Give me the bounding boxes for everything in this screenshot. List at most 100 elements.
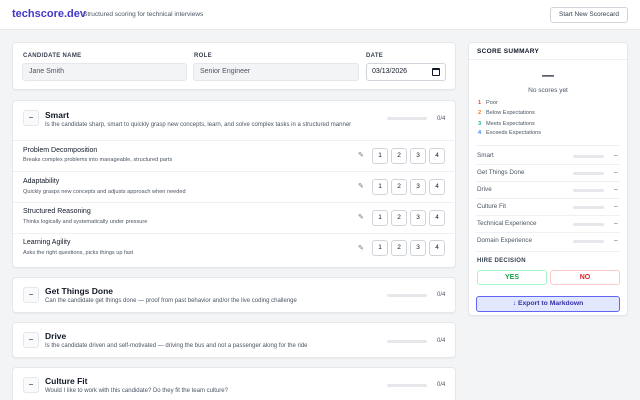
no-scores-text: No scores yet	[528, 87, 568, 94]
date-label: DATE	[366, 53, 384, 59]
edit-note-icon[interactable]: ✎	[358, 244, 364, 252]
score-button-1[interactable]: 1	[372, 240, 388, 256]
legend-label: Below Expectations	[486, 110, 535, 116]
legend-label: Meets Expectations	[486, 121, 535, 127]
export-markdown-button[interactable]: ↓ Export to Markdown	[476, 296, 620, 312]
summary-category-bar	[573, 240, 604, 243]
section-title: Culture Fit	[45, 376, 88, 386]
summary-category-name: Culture Fit	[477, 203, 507, 210]
section-score-count: 0/4	[437, 382, 446, 388]
tagline: Structured scoring for technical intervi…	[83, 11, 204, 18]
section-score-count: 0/4	[437, 116, 446, 122]
score-button-4[interactable]: 4	[429, 179, 445, 195]
score-button-1[interactable]: 1	[372, 179, 388, 195]
score-button-2[interactable]: 2	[391, 240, 407, 256]
calendar-icon[interactable]	[432, 68, 440, 76]
summary-category-name: Smart	[477, 152, 494, 159]
role-input[interactable]: Senior Engineer	[193, 63, 359, 81]
summary-category-bar	[573, 155, 604, 158]
section-progress-bar	[387, 117, 427, 120]
section-title: Get Things Done	[45, 286, 113, 296]
hire-decision-label: HIRE DECISION	[477, 258, 526, 264]
divider	[13, 202, 454, 203]
edit-note-icon[interactable]: ✎	[358, 182, 364, 190]
criterion-title: Adaptability	[23, 178, 60, 185]
divider	[476, 164, 620, 165]
score-button-3[interactable]: 3	[410, 148, 426, 164]
score-button-4[interactable]: 4	[429, 240, 445, 256]
divider	[469, 59, 627, 60]
summary-category-value: –	[614, 203, 618, 210]
score-button-1[interactable]: 1	[372, 148, 388, 164]
summary-category-bar	[573, 172, 604, 175]
summary-category-value: –	[614, 169, 618, 176]
divider	[476, 251, 620, 252]
criterion-description: Quickly grasps new concepts and adjusts …	[23, 189, 186, 195]
section-progress-bar	[387, 294, 427, 297]
divider	[476, 232, 620, 233]
section-progress-bar	[387, 384, 427, 387]
section-title: Smart	[45, 110, 70, 120]
candidate-name-input[interactable]: Jane Smith	[22, 63, 187, 81]
legend-number: 3	[478, 121, 482, 127]
legend-number: 1	[478, 100, 482, 106]
score-button-2[interactable]: 2	[391, 179, 407, 195]
role-label: ROLE	[194, 53, 212, 59]
section-score-count: 0/4	[437, 292, 446, 298]
summary-category-value: –	[614, 152, 618, 159]
score-button-3[interactable]: 3	[410, 210, 426, 226]
brand-logo[interactable]: techscore.dev	[12, 8, 86, 20]
summary-category-name: Drive	[477, 186, 492, 193]
section-progress-bar	[387, 340, 427, 343]
section-description: Is the candidate driven and self-motivat…	[45, 343, 308, 349]
summary-category-bar	[573, 189, 604, 192]
criterion-description: Asks the right questions, picks things u…	[23, 250, 134, 256]
overall-score: —	[542, 68, 554, 82]
collapse-drive-button[interactable]: −	[23, 332, 39, 348]
summary-category-value: –	[614, 220, 618, 227]
score-button-4[interactable]: 4	[429, 210, 445, 226]
date-value: 03/13/2026	[372, 68, 408, 75]
summary-category-value: –	[614, 237, 618, 244]
top-bar: techscore.dev Structured scoring for tec…	[0, 0, 640, 30]
hire-yes-button[interactable]: YES	[477, 270, 547, 285]
score-button-3[interactable]: 3	[410, 240, 426, 256]
collapse-get-things-done-button[interactable]: −	[23, 287, 39, 303]
divider	[476, 145, 620, 146]
edit-note-icon[interactable]: ✎	[358, 213, 364, 221]
score-summary-title: SCORE SUMMARY	[477, 48, 540, 55]
score-button-2[interactable]: 2	[391, 148, 407, 164]
criterion-title: Structured Reasoning	[23, 208, 91, 215]
summary-category-name: Get Things Done	[477, 169, 525, 176]
legend-number: 4	[478, 130, 482, 136]
legend-number: 2	[478, 110, 482, 116]
divider	[13, 171, 454, 172]
score-button-3[interactable]: 3	[410, 179, 426, 195]
section-description: Would I like to work with this candidate…	[45, 388, 228, 394]
criterion-title: Learning Agility	[23, 239, 71, 246]
hire-no-button[interactable]: NO	[550, 270, 620, 285]
section-description: Is the candidate sharp, smart to quickly…	[45, 122, 352, 128]
date-input[interactable]: 03/13/2026	[366, 63, 446, 81]
divider	[476, 215, 620, 216]
summary-category-value: –	[614, 186, 618, 193]
edit-note-icon[interactable]: ✎	[358, 151, 364, 159]
score-button-4[interactable]: 4	[429, 148, 445, 164]
start-new-scorecard-button[interactable]: Start New Scorecard	[550, 7, 628, 23]
summary-category-name: Domain Experience	[477, 237, 532, 244]
divider	[476, 198, 620, 199]
summary-category-bar	[573, 206, 604, 209]
collapse-culture-fit-button[interactable]: −	[23, 377, 39, 393]
divider	[476, 181, 620, 182]
section-score-count: 0/4	[437, 338, 446, 344]
divider	[13, 140, 454, 141]
criterion-title: Problem Decomposition	[23, 147, 98, 154]
section-title: Drive	[45, 331, 67, 341]
criterion-description: Thinks logically and systematically unde…	[23, 219, 148, 225]
legend-label: Poor	[486, 100, 498, 106]
candidate-name-label: CANDIDATE NAME	[23, 53, 82, 59]
collapse-smart-button[interactable]: −	[23, 110, 39, 126]
score-button-2[interactable]: 2	[391, 210, 407, 226]
score-button-1[interactable]: 1	[372, 210, 388, 226]
criterion-description: Breaks complex problems into manageable,…	[23, 157, 173, 163]
